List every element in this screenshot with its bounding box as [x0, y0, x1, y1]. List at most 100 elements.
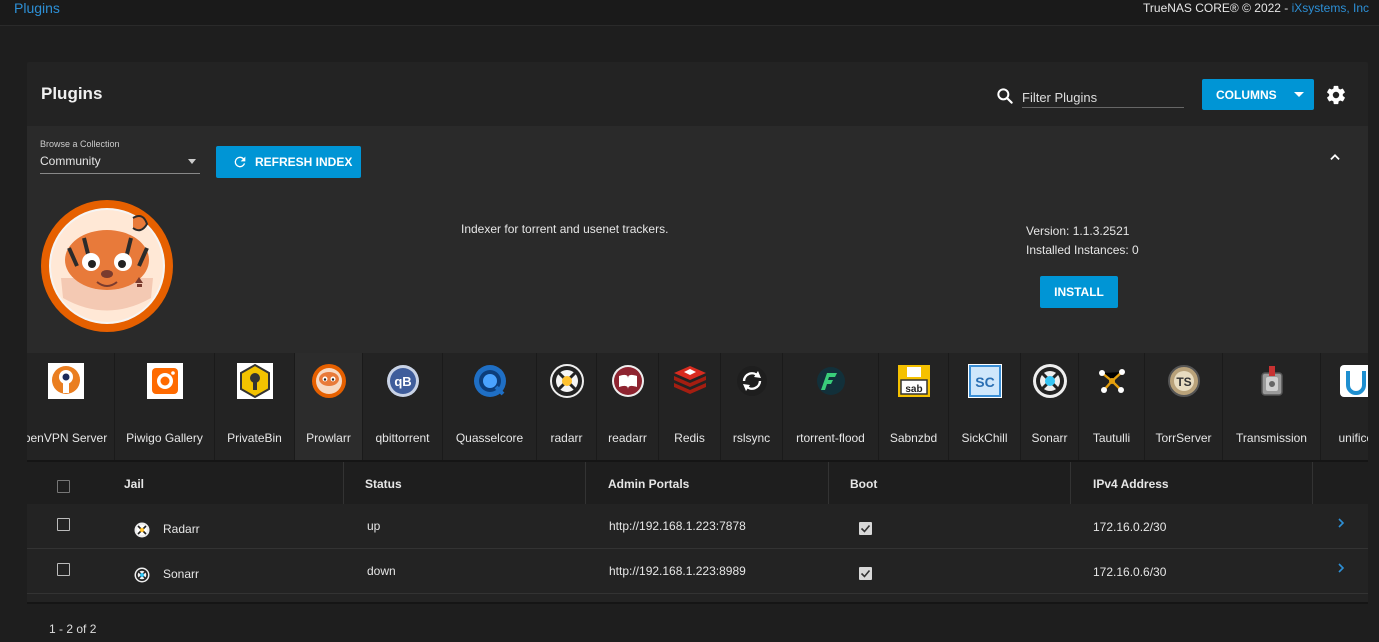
select-all-checkbox[interactable]: [57, 480, 70, 493]
jails-table: Jail Status Admin Portals Boot IPv4 Addr…: [27, 460, 1368, 642]
radarr-icon: [549, 364, 584, 398]
column-status[interactable]: Status: [344, 462, 586, 504]
plugin-tile-unifi[interactable]: unificc: [1321, 353, 1368, 460]
plugin-tile-rslsync[interactable]: rslsync: [721, 353, 783, 460]
row-checkbox[interactable]: [57, 518, 70, 531]
installed-instances: Installed Instances: 0: [1026, 243, 1139, 257]
plugin-tile-sabnzbd[interactable]: sab Sabnzbd: [879, 353, 949, 460]
plugin-name: Sonarr: [1031, 431, 1068, 445]
top-bar: Plugins TrueNAS CORE® © 2022 - iXsystems…: [0, 0, 1379, 26]
plugin-tile-redis[interactable]: Redis: [659, 353, 721, 460]
breadcrumb[interactable]: Plugins: [14, 0, 60, 16]
plugin-name: rtorrent-flood: [796, 431, 865, 445]
sabnzbd-icon: sab: [897, 365, 930, 397]
svg-text:SC: SC: [975, 374, 994, 390]
copyright-label: TrueNAS CORE® © 2022 -: [1143, 1, 1292, 15]
plugin-name: qbittorrent: [375, 431, 430, 445]
jail-status: up: [367, 519, 381, 533]
plugin-tile-piwigo[interactable]: Piwigo Gallery: [115, 353, 215, 460]
torrserver-icon: TS: [1167, 365, 1200, 397]
jail-ipv4: 172.16.0.2/30: [1093, 520, 1167, 534]
flood-icon: [816, 367, 845, 395]
filter-plugins-input[interactable]: [1022, 83, 1184, 108]
plugin-carousel: penVPN Server Piwigo Gallery PrivateBin …: [27, 353, 1368, 460]
prowlarr-logo: [41, 200, 173, 332]
refresh-icon: [234, 156, 246, 168]
table-row[interactable]: Radarr up http://192.168.1.223:7878 172.…: [27, 504, 1368, 549]
table-header: Jail Status Admin Portals Boot IPv4 Addr…: [27, 460, 1368, 504]
svg-text:TS: TS: [1176, 375, 1191, 389]
plugin-tile-sonarr[interactable]: Sonarr: [1021, 353, 1079, 460]
plugin-name: SickChill: [961, 431, 1008, 445]
plugin-tile-quasselcore[interactable]: Quasselcore: [443, 353, 537, 460]
sonarr-icon: [1032, 364, 1067, 398]
plugin-name: TorrServer: [1155, 431, 1212, 445]
jail-name: Radarr: [163, 522, 200, 536]
table-row[interactable]: Sonarr down http://192.168.1.223:8989 17…: [27, 549, 1368, 594]
collection-value: Community: [40, 154, 101, 168]
plugin-tile-transmission[interactable]: Transmission: [1223, 353, 1321, 460]
chevron-right-icon[interactable]: [1337, 518, 1345, 528]
plugin-tile-openvpn[interactable]: penVPN Server: [27, 353, 115, 460]
copyright-text: TrueNAS CORE® © 2022 - iXsystems, Inc: [1143, 1, 1369, 15]
plugin-tile-privatebin[interactable]: PrivateBin: [215, 353, 295, 460]
transmission-icon: [1260, 366, 1283, 396]
piwigo-icon: [146, 363, 183, 399]
refresh-index-button[interactable]: REFRESH INDEX: [216, 146, 361, 178]
plugin-tile-tautulli[interactable]: Tautulli: [1079, 353, 1145, 460]
plugin-version-info: Version: 1.1.3.2521 Installed Instances:…: [1026, 222, 1139, 260]
check-icon: [860, 569, 871, 578]
page-title: Plugins: [41, 84, 103, 103]
plugin-tile-qbittorrent[interactable]: qB qbittorrent: [363, 353, 443, 460]
column-ipv4[interactable]: IPv4 Address: [1071, 462, 1313, 504]
boot-checkbox: [859, 567, 872, 580]
plugin-name: Prowlarr: [306, 431, 351, 445]
chevron-right-icon[interactable]: [1337, 563, 1345, 573]
row-checkbox[interactable]: [57, 563, 70, 576]
plugin-name: Tautulli: [1092, 431, 1131, 445]
plugin-name: rslsync: [732, 431, 771, 445]
columns-button[interactable]: COLUMNS: [1202, 79, 1314, 110]
table-footer: 1 - 2 of 2: [27, 602, 1368, 642]
plugin-tile-sickchill[interactable]: SC SickChill: [949, 353, 1021, 460]
column-boot[interactable]: Boot: [829, 462, 1071, 504]
column-admin-portals[interactable]: Admin Portals: [586, 462, 829, 504]
sickchill-icon: SC: [967, 364, 1002, 398]
collection-select[interactable]: Community: [40, 154, 200, 174]
plugin-name: Piwigo Gallery: [126, 431, 203, 445]
search-icon: [997, 88, 1013, 104]
chevron-down-icon: [1294, 92, 1304, 97]
plugin-name: unificc: [1338, 431, 1368, 445]
tautulli-icon: [1098, 369, 1125, 393]
chevron-down-icon: [188, 159, 196, 164]
boot-checkbox: [859, 522, 872, 535]
plugin-version: Version: 1.1.3.2521: [1026, 224, 1130, 238]
install-button[interactable]: INSTALL: [1040, 276, 1118, 308]
readarr-icon: [611, 365, 644, 397]
plugin-description: Indexer for torrent and usenet trackers.: [461, 222, 669, 236]
column-jail[interactable]: Jail: [104, 462, 344, 504]
privatebin-icon: [236, 363, 273, 399]
plugin-name: penVPN Server: [27, 431, 108, 445]
plugin-name: radarr: [550, 431, 583, 445]
company-link[interactable]: iXsystems, Inc: [1292, 1, 1369, 15]
redis-icon: [673, 366, 706, 394]
plugin-tile-prowlarr[interactable]: Prowlarr: [295, 353, 363, 460]
gear-icon[interactable]: [1325, 84, 1347, 106]
plugin-tile-torrserver[interactable]: TS TorrServer: [1145, 353, 1223, 460]
plugin-tile-radarr[interactable]: radarr: [537, 353, 597, 460]
plugin-tile-rtorrent-flood[interactable]: rtorrent-flood: [783, 353, 879, 460]
prowlarr-icon: [311, 364, 346, 398]
plugin-name: Sabnzbd: [889, 431, 938, 445]
plugin-tile-readarr[interactable]: readarr: [597, 353, 659, 460]
columns-label: COLUMNS: [1216, 88, 1277, 102]
quasselcore-icon: [473, 365, 506, 397]
jail-status: down: [367, 564, 396, 578]
plugin-name: Redis: [674, 431, 705, 445]
chevron-up-icon[interactable]: [1328, 150, 1342, 164]
svg-text:qB: qB: [394, 374, 411, 389]
svg-text:sab: sab: [905, 384, 922, 395]
admin-portal-link[interactable]: http://192.168.1.223:8989: [609, 564, 746, 578]
admin-portal-link[interactable]: http://192.168.1.223:7878: [609, 519, 746, 533]
rslsync-icon: [736, 366, 767, 396]
